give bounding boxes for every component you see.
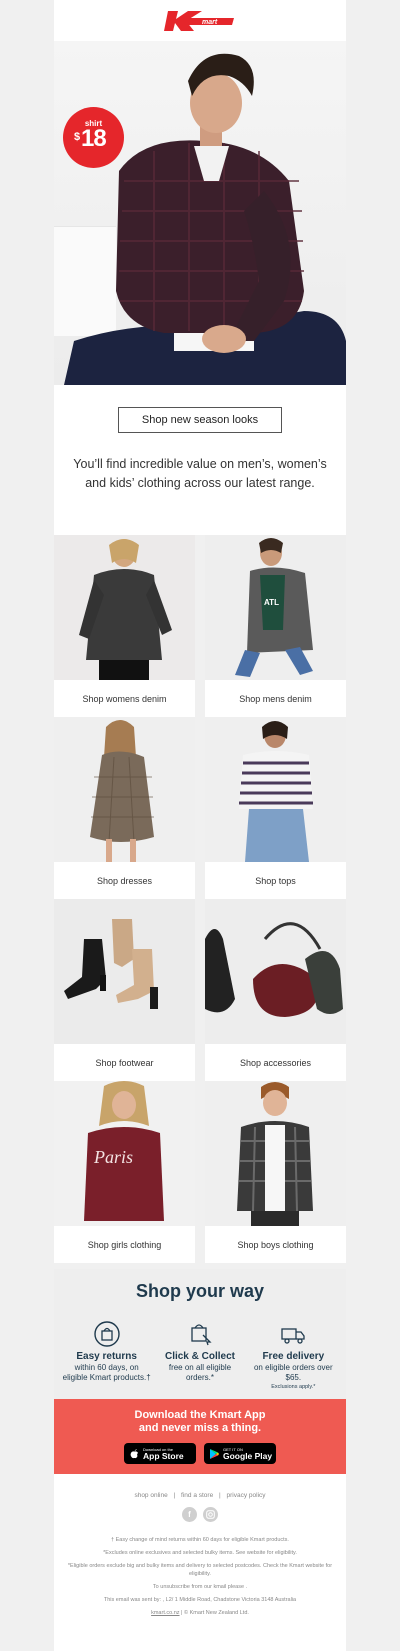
store-badges: Download on the App Store GET IT ON Goog… — [54, 1443, 346, 1464]
fine-print-click-collect: *Excludes online exclusives and selected… — [103, 1550, 297, 1556]
shop-your-way-section: Shop your way Easy returns within 60 day… — [54, 1269, 346, 1399]
unsubscribe-text[interactable]: To unsubscribe from our kmail please . — [66, 1583, 334, 1591]
benefit-free-delivery: Free delivery on eligible orders over $6… — [248, 1319, 338, 1390]
return-bag-icon — [62, 1319, 152, 1349]
sender-address: This email was sent by: , L2/ 1 Middle R… — [103, 1597, 297, 1603]
benefit-title: Free delivery — [262, 1351, 325, 1362]
category-tile-boys[interactable]: Shop boys clothing — [205, 1081, 346, 1263]
category-label[interactable]: Shop womens denim — [54, 680, 195, 717]
womens-denim-photo[interactable] — [54, 535, 195, 680]
header: mart — [54, 0, 346, 41]
instagram-icon[interactable] — [203, 1507, 218, 1522]
app-store-button[interactable]: Download on the App Store — [124, 1443, 196, 1464]
benefit-title: Click & Collect — [164, 1351, 235, 1362]
privacy-policy-link[interactable]: privacy policy — [227, 1492, 266, 1499]
benefit-desc: on eligible orders over $65. — [253, 1363, 333, 1382]
shop-online-link[interactable]: shop online — [134, 1492, 167, 1499]
email-container: mart shirt $ 18 Shop new season looks Yo… — [54, 0, 346, 1651]
category-label[interactable]: Shop boys clothing — [205, 1226, 346, 1263]
copyright-text: | © Kmart New Zealand Ltd. — [179, 1610, 249, 1616]
fine-print-returns: † Easy change of mind returns within 60 … — [111, 1537, 289, 1543]
hero-model-photo — [64, 53, 346, 385]
google-play-big-text: Google Play — [223, 1450, 273, 1461]
google-play-icon — [210, 1448, 219, 1459]
category-grid-section: Shop womens denim ATL Shop mens denim Sh… — [54, 535, 346, 1263]
footer-links: shop online | find a store | privacy pol… — [54, 1492, 346, 1499]
kmart-logo[interactable]: mart — [164, 9, 236, 33]
benefit-desc: free on all eligible orders.* — [168, 1363, 232, 1382]
hero-banner[interactable]: shirt $ 18 — [54, 41, 346, 385]
shop-your-way-title: Shop your way — [135, 1281, 265, 1301]
intro-text: You’ll find incredible value on men’s, w… — [73, 457, 327, 490]
delivery-truck-icon — [248, 1319, 338, 1349]
benefit-title: Easy returns — [76, 1351, 137, 1362]
dress-photo[interactable] — [54, 717, 195, 862]
category-tile-womens-denim[interactable]: Shop womens denim — [54, 535, 195, 717]
google-play-button[interactable]: GET IT ON Google Play — [204, 1443, 276, 1464]
boots-photo[interactable] — [54, 899, 195, 1044]
category-tile-mens-denim[interactable]: ATL Shop mens denim — [205, 535, 346, 717]
kmart-website-link[interactable]: kmart.co.nz — [151, 1610, 179, 1616]
mens-denim-photo[interactable]: ATL — [205, 535, 346, 680]
category-tile-accessories[interactable]: Shop accessories — [205, 899, 346, 1081]
benefit-easy-returns: Easy returns within 60 days, on eligible… — [62, 1319, 152, 1390]
fine-print: † Easy change of mind returns within 60 … — [54, 1536, 346, 1617]
benefit-desc: within 60 days, on eligible Kmart produc… — [62, 1363, 151, 1382]
shop-new-season-button[interactable]: Shop new season looks — [118, 407, 282, 433]
app-headline-2: and never miss a thing. — [138, 1422, 262, 1434]
category-label[interactable]: Shop girls clothing — [54, 1226, 195, 1263]
category-label[interactable]: Shop footwear — [54, 1044, 195, 1081]
category-label[interactable]: Shop accessories — [205, 1044, 346, 1081]
price-badge: shirt $ 18 — [63, 107, 124, 168]
category-tile-footwear[interactable]: Shop footwear — [54, 899, 195, 1081]
cta-section: Shop new season looks — [54, 385, 346, 455]
svg-text:ATL: ATL — [264, 598, 279, 607]
facebook-icon[interactable]: f — [182, 1507, 197, 1522]
tops-photo[interactable] — [205, 717, 346, 862]
footer: shop online | find a store | privacy pol… — [54, 1474, 346, 1651]
benefit-click-collect: Click & Collect free on all eligible ord… — [155, 1319, 245, 1390]
find-store-link[interactable]: find a store — [181, 1492, 213, 1499]
category-label[interactable]: Shop mens denim — [205, 680, 346, 717]
copyright-line: kmart.co.nz | © Kmart New Zealand Ltd. — [66, 1609, 334, 1617]
bags-photo[interactable] — [205, 899, 346, 1044]
benefit-small-print: Exclusions apply.* — [271, 1384, 316, 1390]
boys-photo[interactable] — [205, 1081, 346, 1226]
svg-text:Paris: Paris — [93, 1147, 133, 1167]
category-tile-dresses[interactable]: Shop dresses — [54, 717, 195, 899]
category-label[interactable]: Shop dresses — [54, 862, 195, 899]
girls-photo[interactable]: Paris — [54, 1081, 195, 1226]
badge-currency: $ — [74, 131, 81, 143]
link-separator: | — [219, 1492, 221, 1499]
social-links: f — [54, 1507, 346, 1522]
benefits-row: Easy returns within 60 days, on eligible… — [54, 1319, 346, 1390]
apple-icon — [130, 1449, 138, 1459]
category-label[interactable]: Shop tops — [205, 862, 346, 899]
badge-amount: 18 — [81, 125, 107, 152]
link-separator: | — [173, 1492, 176, 1499]
click-collect-icon — [155, 1319, 245, 1349]
fine-print-delivery: *Eligible orders exclude big and bulky i… — [67, 1563, 333, 1577]
app-headline-1: Download the Kmart App — [134, 1409, 266, 1421]
category-grid: Shop womens denim ATL Shop mens denim Sh… — [54, 535, 346, 1263]
category-tile-tops[interactable]: Shop tops — [205, 717, 346, 899]
app-store-big-text: App Store — [143, 1450, 184, 1461]
category-tile-girls[interactable]: Paris Shop girls clothing — [54, 1081, 195, 1263]
svg-text:mart: mart — [202, 19, 218, 26]
app-download-section: Download the Kmart App and never miss a … — [54, 1399, 346, 1474]
